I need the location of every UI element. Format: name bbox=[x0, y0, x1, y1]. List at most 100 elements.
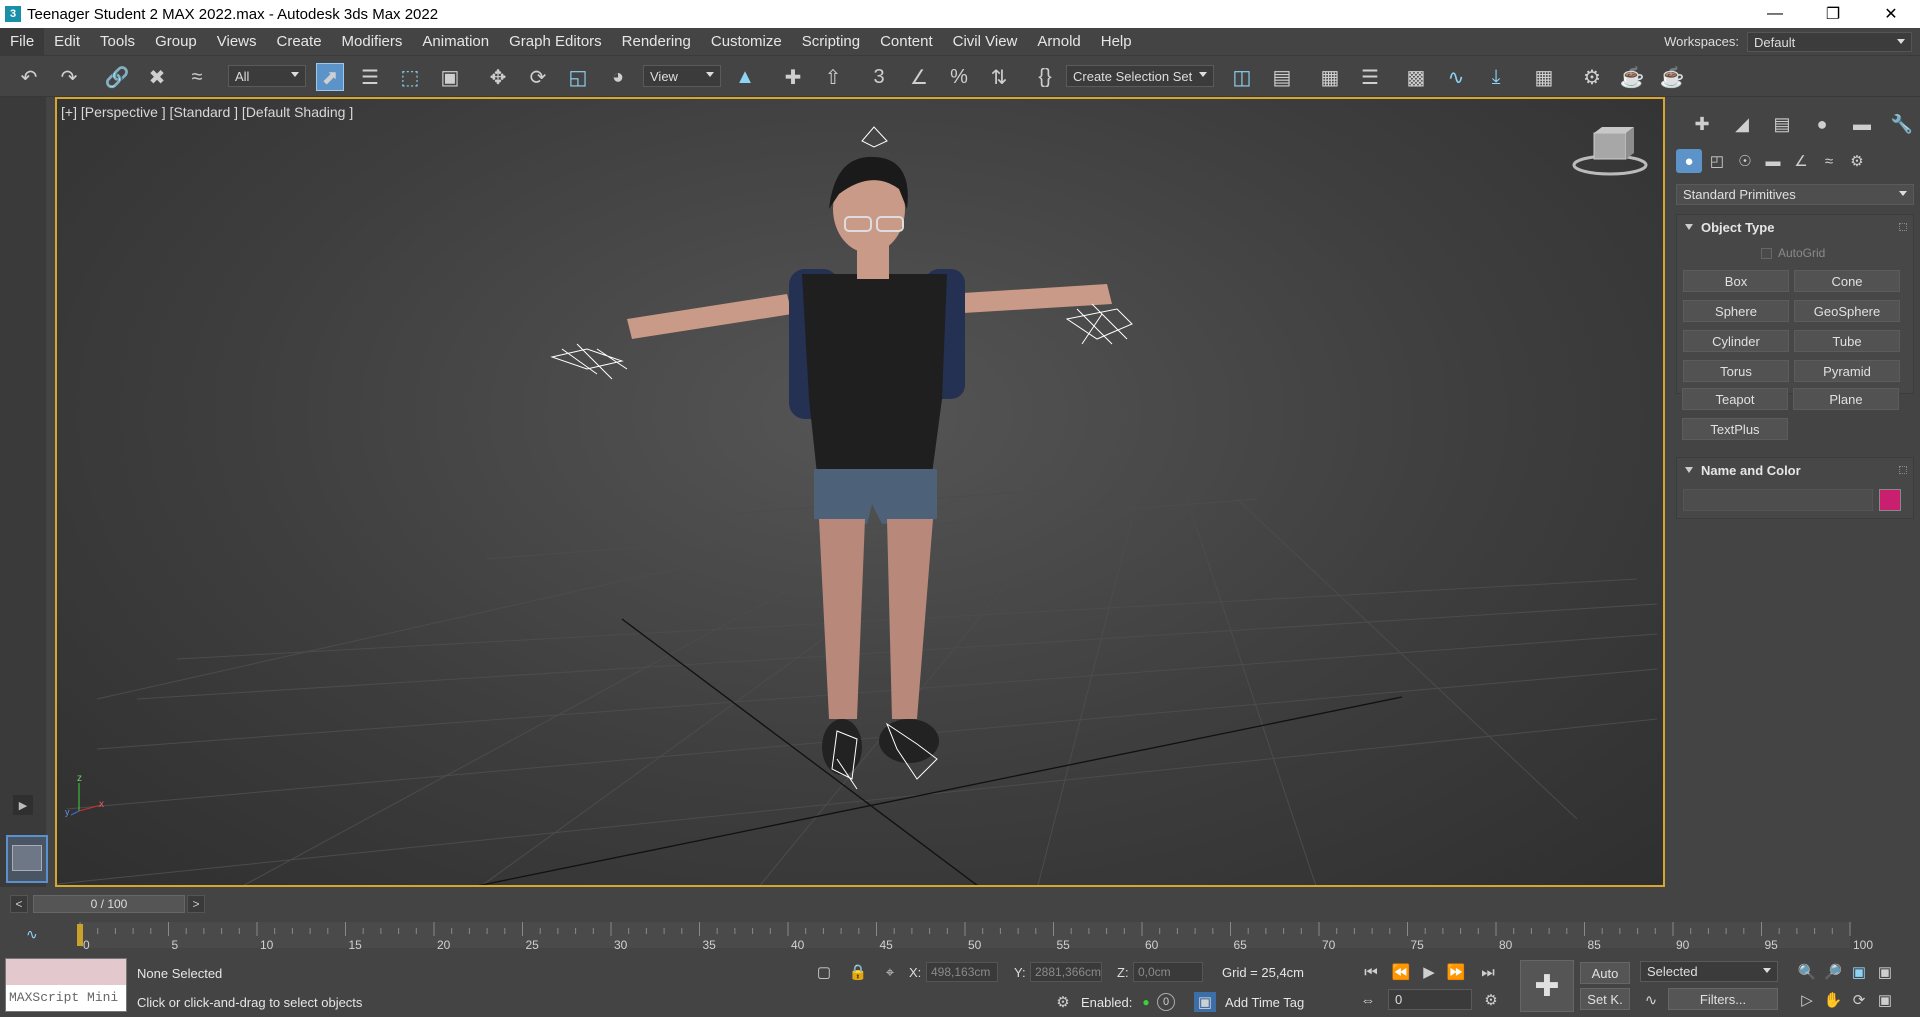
menu-civil-view[interactable]: Civil View bbox=[943, 28, 1028, 55]
time-configuration-icon[interactable]: ⚙ bbox=[1480, 990, 1502, 1010]
render-setup-icon[interactable]: ⚙ bbox=[1578, 63, 1606, 91]
time-slider-thumb[interactable]: 0 / 100 bbox=[33, 895, 185, 913]
tube-button[interactable]: Tube bbox=[1794, 330, 1900, 352]
expand-panel-icon[interactable]: ▶ bbox=[13, 795, 33, 815]
workspace-dropdown[interactable]: Default bbox=[1747, 31, 1912, 52]
modify-tab-icon[interactable]: ◢ bbox=[1728, 111, 1756, 137]
maximize-icon[interactable]: ❐ bbox=[1804, 0, 1862, 28]
absolute-mode-icon[interactable]: ⌖ bbox=[879, 962, 901, 982]
menu-animation[interactable]: Animation bbox=[412, 28, 499, 55]
shapes-icon[interactable]: ◰ bbox=[1704, 149, 1730, 173]
name-and-color-header[interactable]: Name and Color bbox=[1677, 458, 1913, 482]
teapot-button[interactable]: Teapot bbox=[1682, 388, 1788, 410]
zoom-extents-all-icon[interactable]: ▣ bbox=[1874, 962, 1896, 982]
scale-icon[interactable]: ◱ bbox=[564, 63, 592, 91]
menu-tools[interactable]: Tools bbox=[90, 28, 145, 55]
minimize-icon[interactable]: — bbox=[1746, 0, 1804, 28]
menu-arnold[interactable]: Arnold bbox=[1027, 28, 1090, 55]
viewcube-icon[interactable] bbox=[1569, 127, 1651, 179]
menu-file[interactable]: File bbox=[0, 28, 45, 55]
menu-create[interactable]: Create bbox=[267, 28, 332, 55]
box-button[interactable]: Box bbox=[1683, 270, 1789, 292]
render-production-icon[interactable]: ☕ bbox=[1658, 63, 1686, 91]
maxscript-mini-input[interactable]: MAXScript Mini bbox=[6, 985, 126, 1011]
menu-views[interactable]: Views bbox=[207, 28, 267, 55]
rotate-icon[interactable]: ⟳ bbox=[524, 63, 552, 91]
go-to-end-icon[interactable]: ⏭ bbox=[1477, 962, 1499, 982]
y-coordinate-field[interactable]: 2881,366cm bbox=[1030, 962, 1102, 982]
redo-icon[interactable]: ↷ bbox=[55, 63, 83, 91]
menu-edit[interactable]: Edit bbox=[44, 28, 90, 55]
curve-editor-icon[interactable]: ∿ bbox=[1442, 63, 1470, 91]
menu-help[interactable]: Help bbox=[1091, 28, 1142, 55]
menu-customize[interactable]: Customize bbox=[701, 28, 792, 55]
hierarchy-tab-icon[interactable]: ▤ bbox=[1768, 111, 1796, 137]
material-editor-icon[interactable]: ▦ bbox=[1530, 63, 1558, 91]
selection-filter-dropdown[interactable]: All bbox=[228, 65, 306, 87]
geometry-icon[interactable]: ● bbox=[1676, 149, 1702, 173]
display-tab-icon[interactable]: ▬ bbox=[1848, 111, 1876, 137]
object-color-swatch[interactable] bbox=[1879, 489, 1901, 511]
toggle-layer-explorer-icon[interactable]: ☰ bbox=[1356, 63, 1384, 91]
select-by-name-icon[interactable]: ☰ bbox=[356, 63, 384, 91]
unlink-icon[interactable]: ✖ bbox=[143, 63, 171, 91]
object-type-header[interactable]: Object Type bbox=[1677, 215, 1913, 239]
bind-spacewarp-icon[interactable]: ≈ bbox=[183, 63, 211, 91]
rendered-frame-window-icon[interactable]: ☕ bbox=[1618, 63, 1646, 91]
default-in-out-tangents-icon[interactable]: ∿ bbox=[1640, 990, 1662, 1010]
utilities-tab-icon[interactable]: 🔧 bbox=[1888, 111, 1916, 137]
set-key-button[interactable]: Set K. bbox=[1580, 988, 1630, 1010]
menu-scripting[interactable]: Scripting bbox=[792, 28, 870, 55]
autogrid-option[interactable]: AutoGrid bbox=[1761, 246, 1825, 260]
toggle-scene-explorer-icon[interactable]: ▦ bbox=[1316, 63, 1344, 91]
auto-key-button[interactable]: Auto bbox=[1580, 962, 1630, 984]
previous-frame-icon[interactable]: ⏪ bbox=[1390, 962, 1412, 982]
schematic-view-icon[interactable]: ⤓ bbox=[1482, 63, 1510, 91]
x-coordinate-field[interactable]: 498,163cm bbox=[926, 962, 998, 982]
play-icon[interactable]: ▶ bbox=[1418, 962, 1440, 982]
close-icon[interactable]: ✕ bbox=[1862, 0, 1920, 28]
primitive-category-dropdown[interactable]: Standard Primitives bbox=[1676, 184, 1914, 205]
key-mode-toggle-icon[interactable]: ⇔ bbox=[1357, 990, 1379, 1010]
reference-coordinate-dropdown[interactable]: View bbox=[643, 65, 721, 87]
motion-tab-icon[interactable]: ● bbox=[1808, 111, 1836, 137]
object-name-field[interactable] bbox=[1683, 489, 1873, 511]
next-frame-icon[interactable]: ⏩ bbox=[1445, 962, 1467, 982]
keyboard-shortcut-override-icon[interactable]: ⇧ bbox=[819, 63, 847, 91]
key-filter-dropdown[interactable]: Selected bbox=[1640, 961, 1778, 982]
adaptive-degradation-icon[interactable]: ⚙ bbox=[1052, 992, 1074, 1012]
current-frame-field[interactable]: 0 bbox=[1388, 989, 1472, 1010]
menu-group[interactable]: Group bbox=[145, 28, 207, 55]
undo-icon[interactable]: ↶ bbox=[15, 63, 43, 91]
align-icon[interactable]: ▤ bbox=[1268, 63, 1296, 91]
menu-modifiers[interactable]: Modifiers bbox=[332, 28, 413, 55]
time-slider-next-button[interactable]: > bbox=[187, 895, 205, 913]
isolate-selection-icon[interactable]: ▢ bbox=[813, 962, 835, 982]
torus-button[interactable]: Torus bbox=[1683, 360, 1789, 382]
viewport-layout-thumbnail[interactable] bbox=[6, 835, 48, 883]
field-of-view-icon[interactable]: ▷ bbox=[1796, 990, 1818, 1010]
space-warps-icon[interactable]: ≈ bbox=[1816, 149, 1842, 173]
pyramid-button[interactable]: Pyramid bbox=[1794, 360, 1900, 382]
orbit-icon[interactable]: ⟳ bbox=[1848, 990, 1870, 1010]
sphere-button[interactable]: Sphere bbox=[1683, 300, 1789, 322]
plane-button[interactable]: Plane bbox=[1793, 388, 1899, 410]
key-filters-button[interactable]: Filters... bbox=[1668, 988, 1778, 1010]
maxscript-listener[interactable]: MAXScript Mini bbox=[5, 958, 127, 1012]
time-slider-prev-button[interactable]: < bbox=[10, 895, 28, 913]
selection-lock-icon[interactable]: 🔒 bbox=[847, 962, 869, 982]
named-selection-set-dropdown[interactable]: Create Selection Set bbox=[1066, 65, 1214, 87]
autogrid-checkbox[interactable] bbox=[1761, 247, 1772, 259]
placement-icon[interactable]: ◕ bbox=[604, 63, 632, 91]
edit-named-selection-icon[interactable]: {} bbox=[1031, 63, 1059, 91]
menu-graph-editors[interactable]: Graph Editors bbox=[499, 28, 612, 55]
cylinder-button[interactable]: Cylinder bbox=[1683, 330, 1789, 352]
maximize-viewport-icon[interactable]: ▣ bbox=[1874, 990, 1896, 1010]
select-object-icon[interactable]: ⬈ bbox=[316, 63, 344, 91]
cameras-icon[interactable]: ▬ bbox=[1760, 149, 1786, 173]
add-time-tag[interactable]: Add Time Tag bbox=[1225, 995, 1304, 1010]
set-key-icon[interactable]: ✚ bbox=[1520, 960, 1574, 1012]
menu-rendering[interactable]: Rendering bbox=[612, 28, 701, 55]
move-icon[interactable]: ✥ bbox=[484, 63, 512, 91]
mirror-icon[interactable]: ◫ bbox=[1228, 63, 1256, 91]
